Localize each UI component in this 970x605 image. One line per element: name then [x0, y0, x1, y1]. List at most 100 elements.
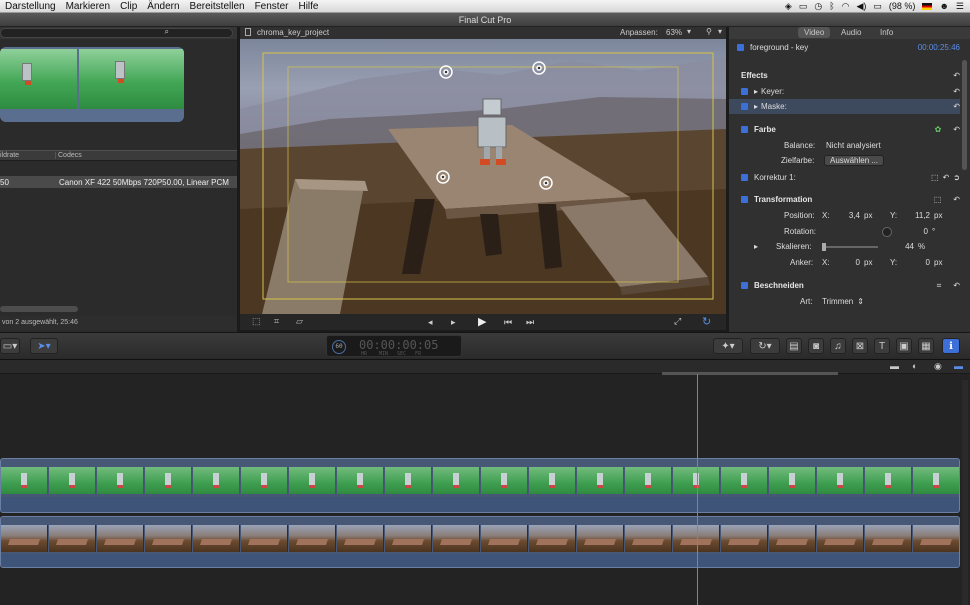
crop-type-select[interactable]: Trimmen — [822, 297, 853, 306]
reset-icon[interactable]: ↶ — [953, 195, 960, 204]
reset-icon[interactable]: ↶ — [943, 173, 950, 182]
go-to-start-button[interactable]: ⏮ — [504, 317, 512, 328]
timecode-display[interactable]: 60 00:00:00:05 HR MIN SEC FR — [326, 335, 462, 357]
tab-info[interactable]: Info — [880, 28, 893, 37]
maske-checkbox[interactable] — [741, 103, 748, 110]
fullscreen-icon[interactable]: ⤢ — [674, 316, 681, 327]
reset-icon[interactable]: ↶ — [953, 87, 960, 96]
crop-icon[interactable]: ⌗ — [937, 281, 942, 291]
rotation-dial[interactable] — [882, 226, 892, 237]
transformation-row[interactable]: Transformation ⬚ ↶ — [729, 192, 960, 207]
tab-audio[interactable]: Audio — [841, 28, 861, 37]
korrektur-row[interactable]: Korrektur 1: ⬚ ↶ ➲ — [729, 170, 960, 185]
generators-button[interactable]: ▣ — [896, 338, 912, 354]
slider-knob[interactable] — [822, 242, 827, 251]
transform-icon[interactable]: ⬚ — [252, 316, 261, 327]
list-item[interactable]: 50 Canon XF 422 50Mbps 720P50.00, Linear… — [0, 176, 237, 188]
list-icon[interactable]: ☰ — [956, 1, 964, 12]
video-viewer[interactable] — [240, 39, 726, 314]
menu-clip[interactable]: Clip — [115, 1, 142, 12]
beschneiden-checkbox[interactable] — [741, 282, 748, 289]
effects-button[interactable]: ✦▾ — [713, 338, 743, 354]
scrollbar[interactable] — [0, 306, 78, 312]
menu-hilfe[interactable]: Hilfe — [293, 1, 323, 12]
farbe-checkbox[interactable] — [741, 126, 748, 133]
timeline-clip-background[interactable] — [0, 516, 960, 568]
inspector-scrollbar[interactable] — [962, 60, 967, 170]
beschneiden-row[interactable]: Beschneiden ⌗ ↶ — [729, 278, 960, 293]
reset-icon[interactable]: ↶ — [953, 71, 960, 80]
tab-video[interactable]: Video — [798, 27, 831, 38]
display-icon[interactable]: ▭ — [799, 1, 808, 12]
transitions-button[interactable]: ⊠ — [852, 338, 868, 354]
chevron-updown-icon[interactable]: ⇕ — [857, 297, 864, 306]
color-icon[interactable]: ⬚ — [931, 173, 939, 182]
arrow-right-icon[interactable]: ➲ — [953, 173, 960, 182]
timeline-ruler[interactable]: ▬ ◐ ◉ ▬ — [0, 360, 970, 375]
edit-mode-button[interactable]: ▭▾ — [0, 338, 20, 354]
clip-appearance-icon[interactable]: ▬ — [954, 361, 963, 371]
go-to-end-button[interactable]: ⏭ — [526, 317, 534, 328]
rotation-field[interactable]: 0 — [914, 227, 928, 236]
distort-icon[interactable]: ▱ — [296, 316, 303, 327]
color-board-icon[interactable]: ✿ — [935, 125, 942, 134]
snapping-icon[interactable]: ◉ — [934, 361, 942, 372]
timeline-clip-foreground[interactable] — [0, 458, 960, 513]
time-machine-icon[interactable]: ◷ — [814, 1, 822, 12]
prev-frame-button[interactable]: ◂ — [428, 317, 433, 328]
menu-bereitstellen[interactable]: Bereitstellen — [185, 1, 250, 12]
disclosure-icon[interactable]: ▸ — [754, 242, 758, 251]
zielfarbe-button[interactable]: Auswählen ... — [824, 155, 885, 166]
playhead[interactable] — [697, 374, 698, 605]
farbe-row[interactable]: Farbe ✿ ↶ — [729, 122, 960, 137]
skimming-icon[interactable]: ◐ — [912, 361, 917, 371]
chevron-down-icon[interactable]: ▾ — [718, 27, 722, 36]
search-input[interactable]: ⌕ — [0, 27, 233, 38]
column-codecs[interactable]: Codecs — [55, 152, 82, 159]
switch-icon[interactable]: ⚲ — [706, 27, 712, 36]
zoom-value[interactable]: 63% — [666, 28, 682, 37]
select-tool-button[interactable]: ➤▾ — [30, 338, 58, 354]
loop-icon[interactable]: ↻ — [702, 315, 711, 328]
inspector-button[interactable]: ℹ — [942, 338, 960, 354]
volume-icon[interactable]: ◀) — [856, 1, 866, 12]
status-icon[interactable]: ◈ — [785, 1, 792, 12]
scale-field[interactable]: 44 — [898, 242, 914, 251]
reset-icon[interactable]: ↶ — [953, 102, 960, 111]
anchor-x-field[interactable]: 0 — [844, 258, 860, 267]
menu-markieren[interactable]: Markieren — [61, 1, 115, 12]
anchor-y-field[interactable]: 0 — [912, 258, 930, 267]
retime-button[interactable]: ↻▾ — [750, 338, 780, 354]
menu-darstellung[interactable]: Darstellung — [0, 1, 61, 12]
crop-icon[interactable]: ⌗ — [274, 316, 279, 327]
flag-icon[interactable] — [922, 2, 933, 10]
transformation-checkbox[interactable] — [741, 196, 748, 203]
photo-browser-button[interactable]: ◙ — [808, 338, 824, 354]
clip-thumbnail-strip[interactable] — [0, 47, 184, 122]
transform-icon[interactable]: ⬚ — [934, 195, 942, 204]
battery-icon[interactable]: ▭ — [873, 1, 882, 12]
maske-row[interactable]: ▸ Maske: ↶ — [729, 99, 960, 114]
event-browser-button[interactable]: ▤ — [786, 338, 802, 354]
column-framerate[interactable]: ildrate — [0, 152, 19, 159]
wifi-icon[interactable]: ◠ — [842, 1, 850, 12]
disclosure-icon[interactable]: ▸ — [754, 102, 758, 111]
position-x-field[interactable]: 3,4 — [844, 211, 860, 220]
user-icon[interactable]: ☻ — [939, 1, 948, 11]
themes-button[interactable]: ▦ — [918, 338, 934, 354]
reset-icon[interactable]: ↶ — [953, 281, 960, 290]
korrektur-checkbox[interactable] — [741, 174, 748, 181]
reset-icon[interactable]: ↶ — [953, 125, 960, 134]
timeline-scrollbar[interactable] — [962, 380, 968, 605]
bluetooth-icon[interactable]: ᛒ — [829, 1, 834, 11]
disclosure-icon[interactable]: ▸ — [754, 87, 758, 96]
position-y-field[interactable]: 11,2 — [912, 211, 930, 220]
titles-button[interactable]: T — [874, 338, 890, 354]
menu-fenster[interactable]: Fenster — [250, 1, 294, 12]
play-button[interactable]: ▶ — [478, 315, 486, 328]
music-browser-button[interactable]: ♫ — [830, 338, 846, 354]
audio-meter-icon[interactable]: ▬ — [890, 361, 899, 371]
menu-aendern[interactable]: Ändern — [142, 1, 184, 12]
next-frame-button[interactable]: ▸ — [451, 317, 456, 328]
keyer-checkbox[interactable] — [741, 88, 748, 95]
